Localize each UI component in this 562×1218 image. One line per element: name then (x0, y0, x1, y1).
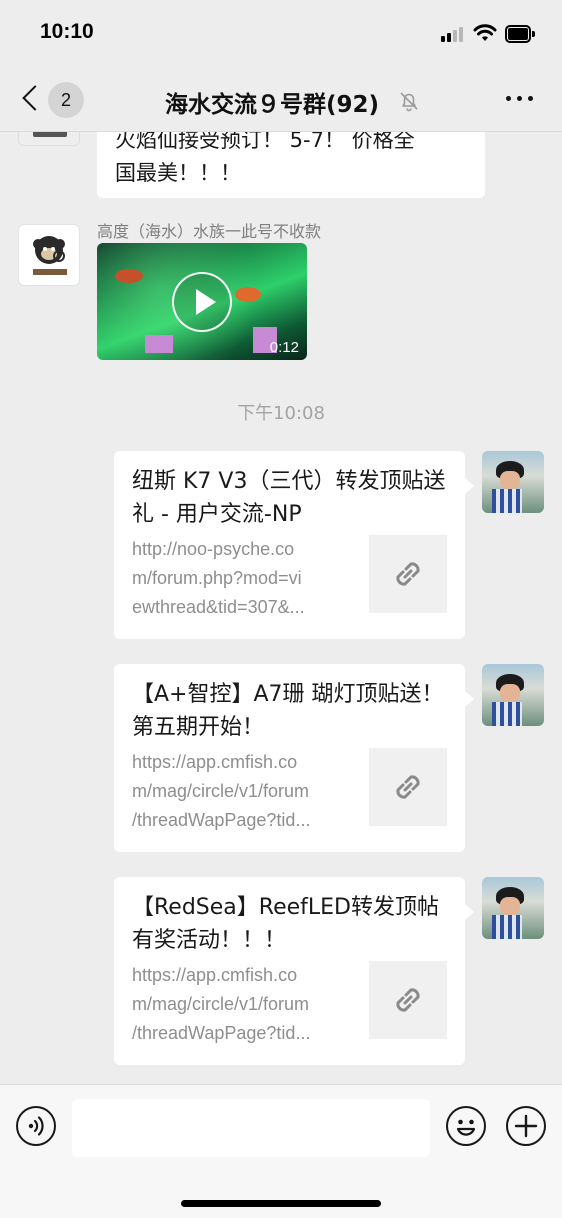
status-time: 10:10 (40, 20, 94, 43)
bell-slash-icon (400, 92, 418, 112)
message-input[interactable] (72, 1099, 430, 1157)
cellular-signal-icon (441, 26, 467, 42)
link-thumbnail (369, 535, 447, 613)
sender-name: 高度（海水）水族一此号不收款 (97, 222, 322, 241)
chat-header: 2 海水交流９号群(92) (0, 66, 562, 132)
emoji-icon (456, 1119, 476, 1136)
time-divider: 下午10:08 (237, 403, 325, 424)
link-icon (396, 562, 420, 586)
video-duration: 0:12 (269, 339, 299, 356)
fish-shape (115, 269, 143, 283)
message-line: 火焰仙接受预订！ 5-7！ 价格全 (115, 132, 415, 152)
link-url: https://app.cmfish.co m/mag/circle/v1/fo… (132, 965, 311, 1043)
play-icon[interactable] (172, 272, 232, 332)
link-url: https://app.cmfish.co m/mag/circle/v1/fo… (132, 752, 311, 830)
fish-shape (235, 287, 261, 302)
message-line: 国最美！！！ (115, 161, 241, 185)
tank-sign (145, 335, 173, 353)
sender-avatar[interactable] (18, 132, 80, 146)
status-bar: 10:10 (0, 0, 562, 66)
battery-icon (505, 25, 535, 43)
link-thumbnail (369, 748, 447, 826)
wifi-icon (473, 24, 497, 41)
link-url: http://noo-psyche.co m/forum.php?mod=vi … (132, 539, 305, 617)
video-message[interactable]: 0:12 (97, 243, 307, 360)
link-title: 【RedSea】ReefLED转发顶帖有奖活动！！！ (132, 895, 439, 953)
link-icon (396, 988, 420, 1012)
unread-count-badge[interactable]: 2 (48, 82, 84, 118)
link-card[interactable]: 纽斯 K7 V3（三代）转发顶贴送礼 - 用户交流-NP http://noo-… (114, 451, 465, 639)
sender-avatar[interactable] (18, 224, 80, 286)
link-thumbnail (369, 961, 447, 1039)
chevron-left-icon[interactable] (22, 85, 48, 111)
voice-input-button[interactable] (16, 1106, 56, 1146)
link-title: 【A+智控】A7珊 瑚灯顶贴送！第五期开始！ (132, 682, 444, 740)
my-avatar[interactable] (482, 877, 544, 939)
home-indicator[interactable] (181, 1200, 381, 1207)
message-list[interactable]: 火焰仙接受预订！ 5-7！ 价格全 国最美！！！ 高度（海水）水族一此号不收款 … (0, 132, 562, 1084)
input-bar (0, 1084, 562, 1218)
more-functions-button[interactable] (506, 1106, 546, 1146)
voice-input-icon (28, 1116, 44, 1136)
link-icon (396, 775, 420, 799)
more-dots-icon[interactable] (504, 96, 536, 104)
plus-icon (514, 1114, 538, 1138)
link-card[interactable]: 【A+智控】A7珊 瑚灯顶贴送！第五期开始！ https://app.cmfis… (114, 664, 465, 852)
text-message-bubble[interactable]: 火焰仙接受预订！ 5-7！ 价格全 国最美！！！ (97, 132, 485, 198)
my-avatar[interactable] (482, 451, 544, 513)
my-avatar[interactable] (482, 664, 544, 726)
chat-title: 海水交流９号群(92) (165, 92, 380, 118)
emoji-button[interactable] (446, 1106, 486, 1146)
link-title: 纽斯 K7 V3（三代）转发顶贴送礼 - 用户交流-NP (132, 469, 446, 527)
link-card[interactable]: 【RedSea】ReefLED转发顶帖有奖活动！！！ https://app.c… (114, 877, 465, 1065)
